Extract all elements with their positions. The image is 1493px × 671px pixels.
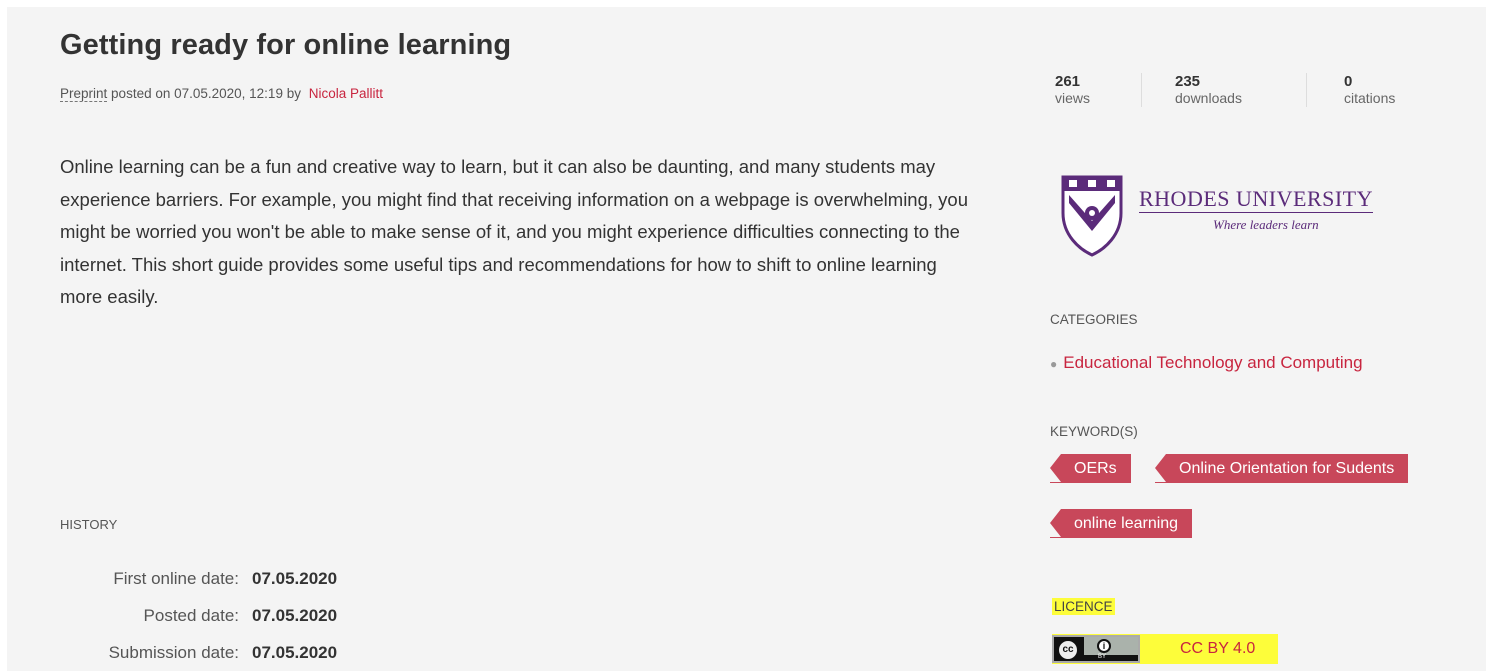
history-heading: HISTORY — [60, 517, 118, 532]
institution-tagline: Where leaders learn — [1213, 217, 1319, 232]
stat-value: 261 — [1055, 73, 1081, 90]
history-list: First online date: 07.05.2020 Posted dat… — [47, 569, 338, 671]
shield-icon — [1061, 175, 1123, 257]
stat-views: 261 views — [1055, 73, 1141, 107]
licence-row: cc i BY CC BY 4.0 — [1052, 634, 1278, 664]
history-label: Submission date: — [108, 643, 239, 662]
stats-bar: 261 views 235 downloads 0 citations — [1055, 73, 1395, 107]
by-band — [1084, 637, 1138, 655]
cc-by-badge-icon[interactable]: cc i BY — [1052, 635, 1140, 663]
abstract-text: Online learning can be a fun and creativ… — [60, 156, 968, 307]
category-list: ● Educational Technology and Computing — [1050, 353, 1363, 373]
author-link[interactable]: Nicola Pallitt — [309, 86, 383, 101]
keyword-tag[interactable]: OERs — [1050, 454, 1131, 483]
attribution-icon: i — [1097, 639, 1111, 653]
page-title: Getting ready for online learning — [60, 29, 512, 61]
page-container: Getting ready for online learning Prepri… — [7, 7, 1486, 671]
institution-name: RHODES UNIVERSITY — [1139, 186, 1373, 213]
history-value: 07.05.2020 — [252, 606, 338, 625]
stat-citations: 0 citations — [1306, 73, 1395, 107]
keywords-heading: KEYWORD(S) — [1050, 424, 1138, 439]
history-value: 07.05.2020 — [252, 569, 338, 588]
keyword-tag[interactable]: Online Orientation for Sudents — [1155, 454, 1409, 483]
stat-label: citations — [1344, 90, 1396, 106]
stat-label: views — [1055, 90, 1091, 106]
item-type-link[interactable]: Preprint — [60, 86, 108, 102]
history-label: Posted date: — [143, 606, 239, 625]
stat-value: 235 — [1175, 73, 1201, 90]
stat-value: 0 — [1344, 73, 1353, 90]
history-row-first-online: First online date: 07.05.2020 — [47, 569, 337, 606]
categories-heading: CATEGORIES — [1050, 312, 1138, 327]
licence-heading: LICENCE — [1052, 598, 1115, 615]
history-label: First online date: — [113, 569, 239, 588]
posted-info: posted on 07.05.2020, 12:19 by — [111, 86, 301, 101]
post-meta: Preprint posted on 07.05.2020, 12:19 by … — [60, 86, 383, 102]
institution-logo[interactable]: RHODES UNIVERSITY Where leaders learn — [1059, 173, 1399, 261]
history-row-submission: Submission date: 07.05.2020 — [47, 643, 338, 671]
category-link[interactable]: Educational Technology and Computing — [1063, 353, 1362, 372]
stat-label: downloads — [1175, 90, 1242, 106]
history-value: 07.05.2020 — [252, 643, 338, 662]
stat-downloads: 235 downloads — [1141, 73, 1306, 107]
licence-link[interactable]: CC BY 4.0 — [1180, 640, 1255, 658]
keyword-tag[interactable]: online learning — [1050, 509, 1193, 538]
by-label: BY — [1098, 654, 1107, 660]
cc-icon: cc — [1057, 639, 1079, 661]
bullet-icon: ● — [1050, 356, 1058, 371]
history-row-posted: Posted date: 07.05.2020 — [47, 606, 338, 643]
